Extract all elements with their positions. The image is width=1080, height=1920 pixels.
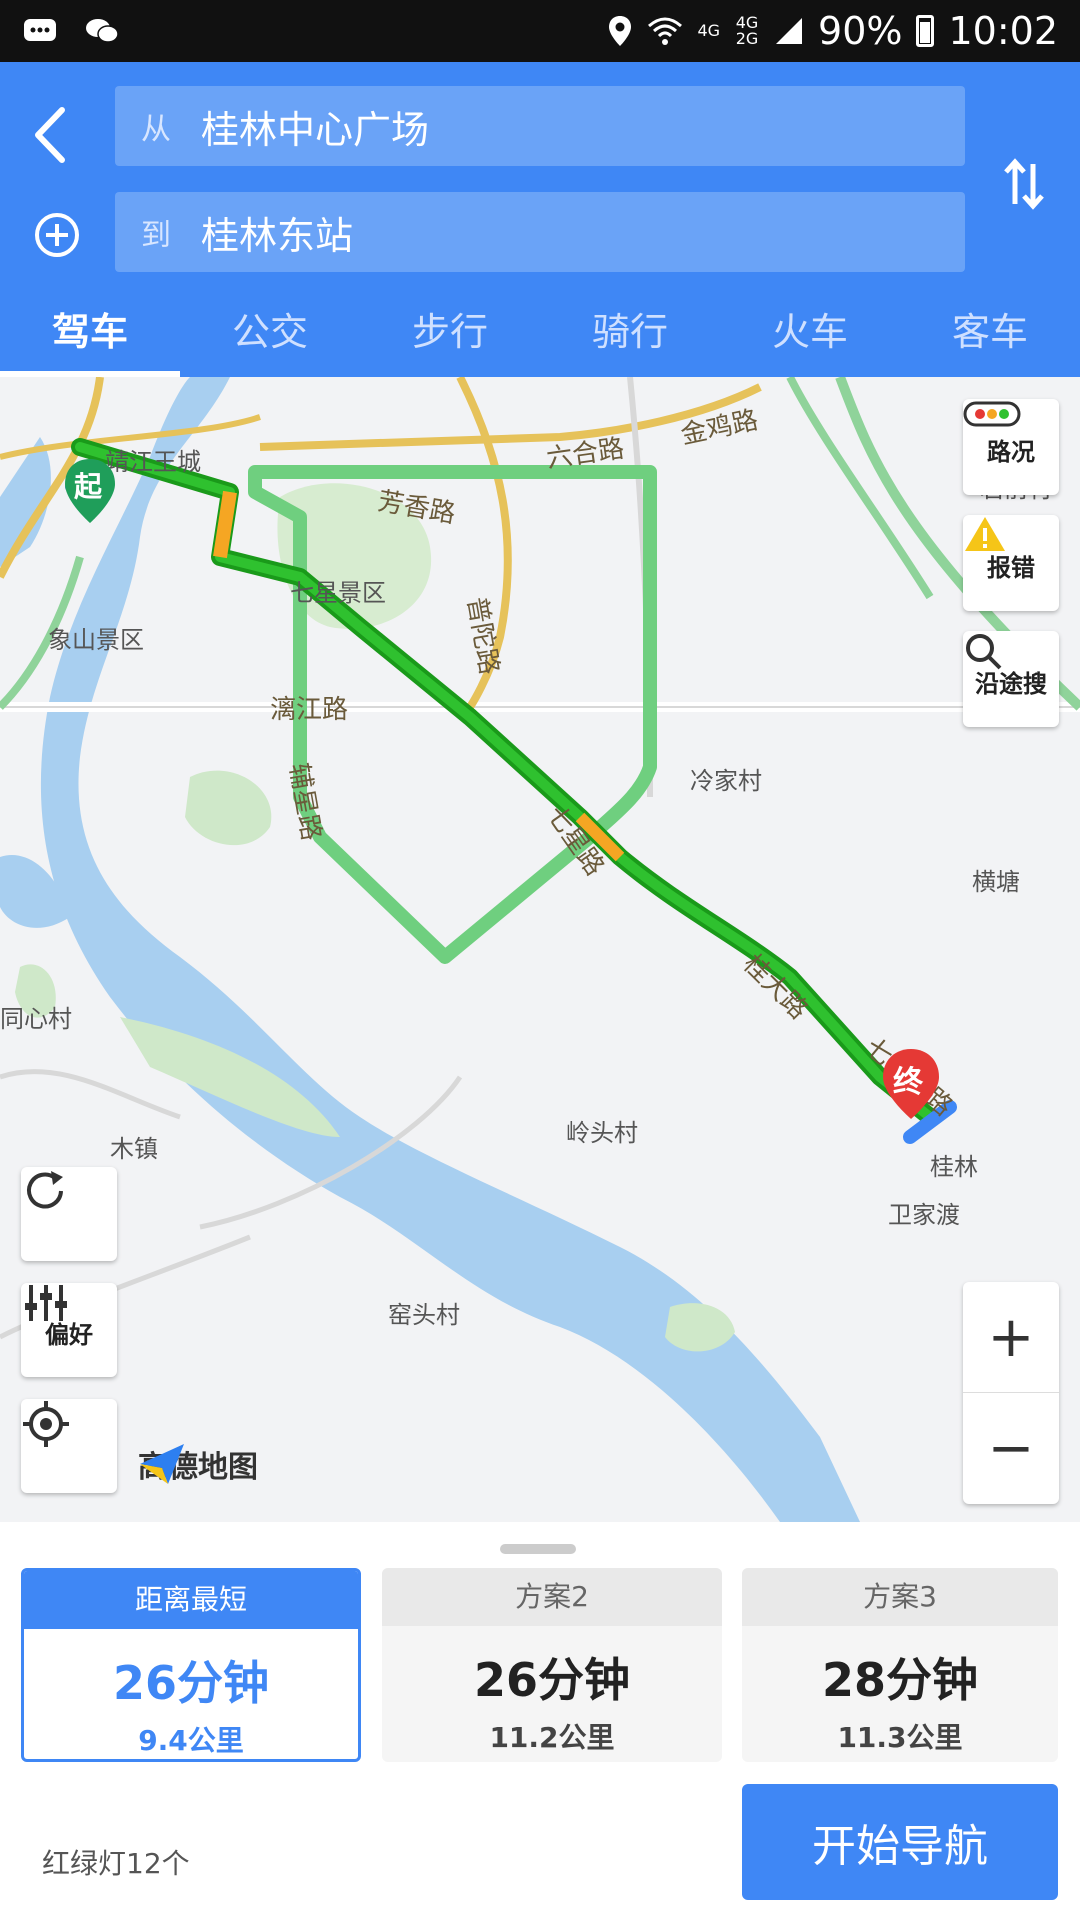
zoom-in-button[interactable]: + bbox=[963, 1282, 1059, 1393]
back-arrow-icon[interactable] bbox=[28, 100, 72, 170]
status-right: 4G 4G 2G 90% 10:02 bbox=[607, 9, 1058, 53]
destination-prefix: 到 bbox=[141, 218, 171, 253]
tab-walk[interactable]: 步行 bbox=[360, 297, 540, 377]
place-label: 岭头村 bbox=[566, 1119, 638, 1147]
amap-logo: 高德地图 bbox=[138, 1442, 258, 1486]
search-along-button[interactable]: 沿途搜 bbox=[963, 631, 1059, 727]
locate-icon bbox=[23, 1401, 69, 1447]
locate-button[interactable] bbox=[21, 1399, 117, 1493]
route-plan-card[interactable]: 方案3 28分钟 11.3公里 bbox=[742, 1568, 1058, 1762]
route-plan-card[interactable]: 距离最短 26分钟 9.4公里 bbox=[21, 1568, 361, 1762]
tab-drive[interactable]: 驾车 bbox=[0, 297, 180, 377]
place-label: 窑头村 bbox=[388, 1301, 460, 1329]
place-label: 木镇 bbox=[110, 1135, 158, 1163]
network-type-4g: 4G bbox=[697, 21, 721, 40]
origin-input[interactable]: 从 桂林中心广场 bbox=[115, 86, 965, 166]
drag-handle[interactable] bbox=[500, 1544, 576, 1554]
plan-distance: 11.3公里 bbox=[837, 1721, 963, 1754]
end-marker-label: 终 bbox=[893, 1065, 923, 1100]
swap-icon[interactable] bbox=[1002, 154, 1046, 214]
battery-percent: 90% bbox=[818, 9, 903, 53]
place-label: 七星景区 bbox=[290, 579, 386, 607]
place-label: 卫家渡 bbox=[888, 1201, 960, 1229]
tab-coach[interactable]: 客车 bbox=[900, 297, 1080, 377]
start-navigation-button[interactable]: 开始导航 bbox=[742, 1784, 1058, 1900]
map-canvas bbox=[0, 377, 1080, 1522]
plan-title: 方案2 bbox=[382, 1568, 722, 1626]
start-marker-label: 起 bbox=[74, 470, 103, 503]
signal-icon bbox=[776, 18, 803, 44]
report-error-button[interactable]: 报错 bbox=[963, 515, 1059, 611]
traffic-lights-count: 红绿灯12个 bbox=[42, 1847, 190, 1880]
tab-bike[interactable]: 骑行 bbox=[540, 297, 720, 377]
route-plan-card[interactable]: 方案2 26分钟 11.2公里 bbox=[382, 1568, 722, 1762]
place-label: 冷家村 bbox=[690, 767, 762, 795]
transport-tabs: 驾车 公交 步行 骑行 火车 客车 bbox=[0, 297, 1080, 377]
status-bar: 4G 4G 2G 90% 10:02 bbox=[0, 0, 1080, 62]
clock: 10:02 bbox=[948, 9, 1058, 53]
app-root: 4G 4G 2G 90% 10:02 从 桂林中心广场 到 桂林东站 驾车 公交… bbox=[0, 0, 1080, 1920]
location-icon bbox=[609, 16, 632, 46]
origin-prefix: 从 bbox=[141, 112, 171, 147]
wifi-icon bbox=[648, 17, 683, 45]
zoom-out-button[interactable]: − bbox=[963, 1393, 1059, 1504]
traffic-label: 路况 bbox=[987, 437, 1035, 466]
place-label: 象山景区 bbox=[48, 626, 144, 654]
plan-time: 28分钟 bbox=[821, 1653, 978, 1707]
tab-train[interactable]: 火车 bbox=[720, 297, 900, 377]
battery-icon bbox=[916, 15, 935, 47]
place-label: 靖江王城 bbox=[105, 448, 201, 476]
zoom-control: + − bbox=[963, 1282, 1059, 1504]
preference-button[interactable]: 偏好 bbox=[21, 1283, 117, 1377]
park-green bbox=[185, 770, 272, 846]
place-label: 同心村 bbox=[0, 1005, 72, 1033]
refresh-icon bbox=[27, 1171, 63, 1209]
plan-time: 26分钟 bbox=[473, 1653, 630, 1707]
destination-value: 桂林东站 bbox=[201, 213, 354, 258]
plan-title: 方案3 bbox=[742, 1568, 1058, 1626]
plan-distance: 11.2公里 bbox=[489, 1721, 615, 1754]
message-icon bbox=[24, 19, 56, 41]
network-type-4g-2g: 4G 2G bbox=[735, 13, 759, 48]
tab-bus[interactable]: 公交 bbox=[180, 297, 360, 377]
plan-distance: 9.4公里 bbox=[138, 1724, 244, 1757]
place-label: 桂林 bbox=[930, 1153, 978, 1181]
refresh-button[interactable] bbox=[21, 1167, 117, 1261]
route-header: 从 桂林中心广场 到 桂林东站 驾车 公交 步行 骑行 火车 客车 bbox=[0, 62, 1080, 377]
traffic-button[interactable]: 路况 bbox=[963, 399, 1059, 495]
search-icon bbox=[966, 634, 1002, 670]
traffic-light-icon bbox=[963, 401, 1021, 427]
add-waypoint-icon[interactable] bbox=[34, 212, 80, 258]
place-label: 横塘 bbox=[972, 868, 1020, 896]
warning-icon bbox=[965, 517, 1005, 551]
destination-input[interactable]: 到 桂林东站 bbox=[115, 192, 965, 272]
sliders-icon bbox=[25, 1285, 67, 1321]
plan-title: 距离最短 bbox=[24, 1571, 358, 1629]
route-plans-panel: 距离最短 26分钟 9.4公里 方案2 26分钟 11.2公里 方案3 28分钟… bbox=[0, 1522, 1080, 1920]
map-view[interactable]: 靖江王城 象山景区 七星景区 冷家村 横塘 岩前村 同心村 木镇 岭头村 卫家渡… bbox=[0, 377, 1080, 1522]
wechat-icon bbox=[86, 19, 119, 43]
status-left bbox=[22, 16, 120, 46]
plan-time: 26分钟 bbox=[112, 1656, 269, 1710]
origin-value: 桂林中心广场 bbox=[201, 107, 430, 152]
road-label: 漓江路 bbox=[270, 695, 349, 725]
amap-logo-icon bbox=[140, 1444, 184, 1484]
